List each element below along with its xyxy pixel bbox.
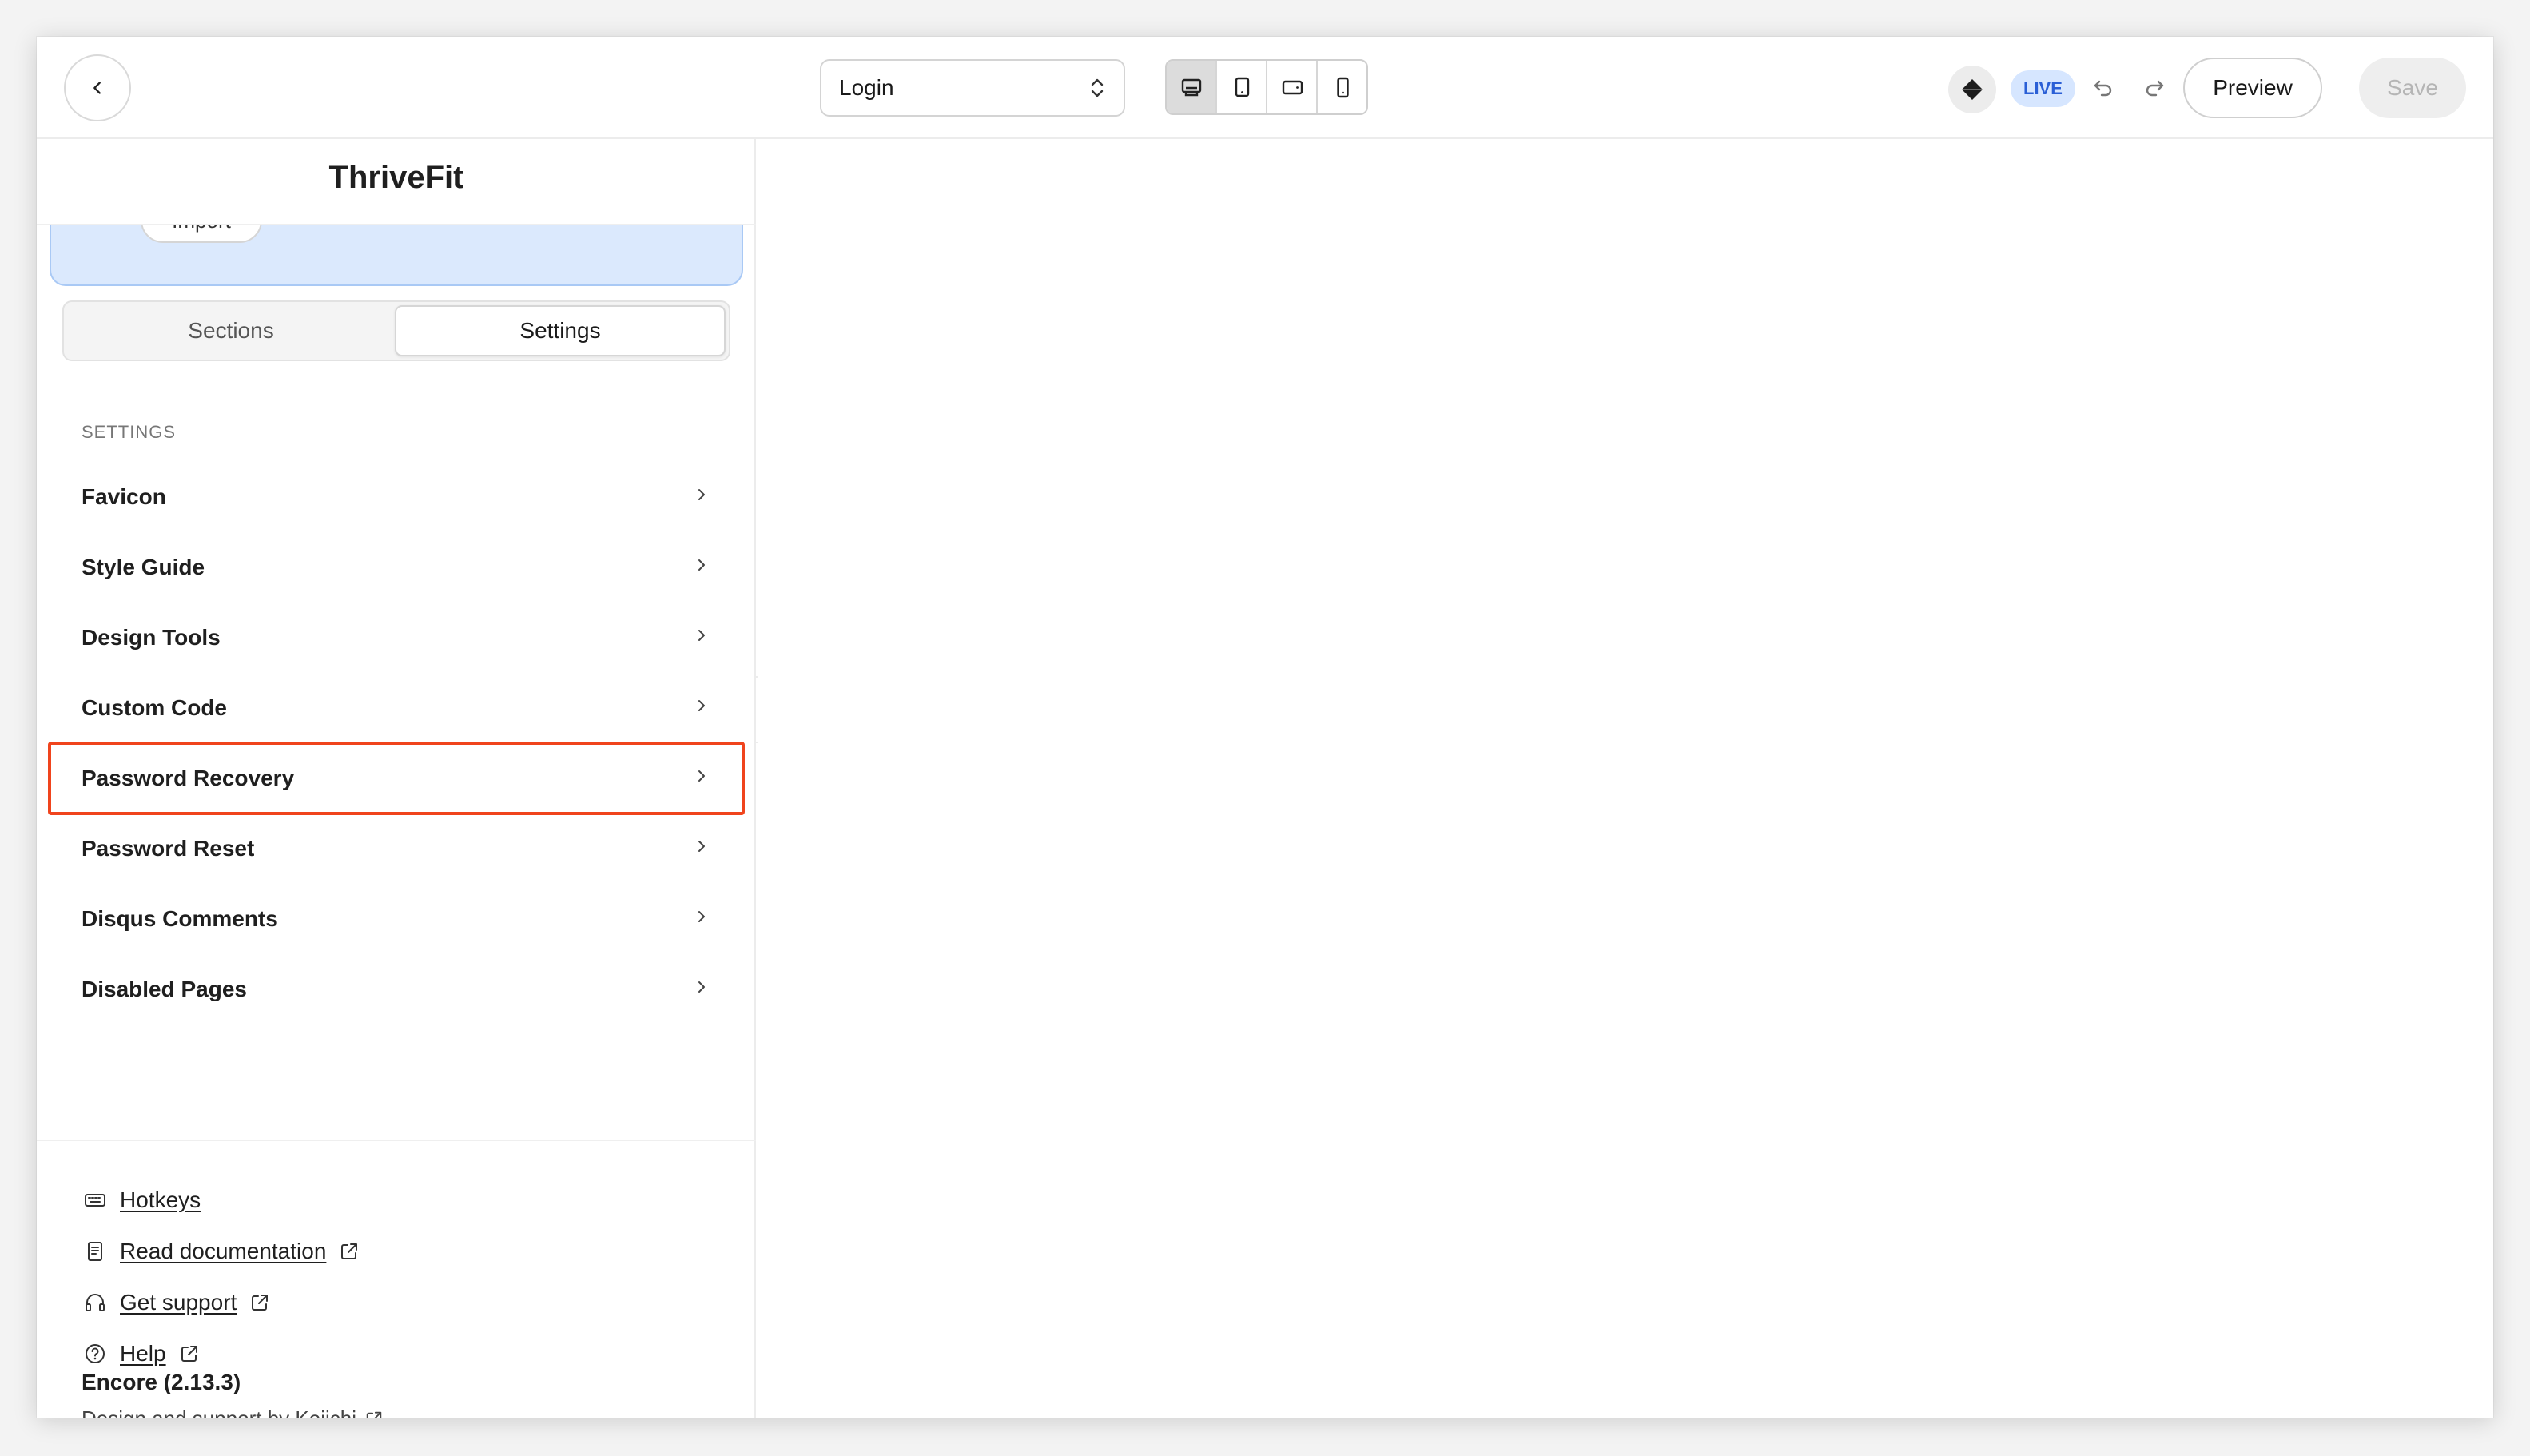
- headset-icon: [82, 1289, 109, 1316]
- chevron-right-icon: [692, 837, 711, 856]
- settings-list: Favicon Style Guide Design Tools Custom …: [48, 462, 745, 1024]
- device-mode-switcher: [1165, 59, 1368, 115]
- tab-settings[interactable]: Settings: [395, 305, 726, 356]
- footer-links: Hotkeys Read documentation Get support H…: [82, 1175, 361, 1379]
- import-banner: Import: [50, 225, 743, 286]
- tablet-portrait-icon: [1235, 77, 1249, 97]
- settings-item-label: Custom Code: [82, 695, 227, 720]
- settings-item-label: Favicon: [82, 484, 166, 509]
- read-documentation-link-label: Read documentation: [120, 1239, 327, 1263]
- settings-item-label: Disabled Pages: [82, 977, 247, 1001]
- settings-item-favicon[interactable]: Favicon: [50, 462, 743, 532]
- chevron-right-icon: [692, 626, 711, 645]
- settings-item-custom-code[interactable]: Custom Code: [50, 673, 743, 743]
- settings-item-password-reset[interactable]: Password Reset: [50, 814, 743, 884]
- import-button[interactable]: Import: [141, 225, 262, 243]
- chevron-right-icon: [692, 766, 711, 786]
- credits-link[interactable]: Design and support by Keiichi: [82, 1406, 385, 1418]
- chevron-left-icon: [93, 82, 101, 94]
- undo-icon: [2094, 80, 2112, 97]
- chevron-right-icon: [692, 555, 711, 575]
- page-canvas[interactable]: [758, 139, 2493, 1418]
- redo-icon: [2146, 80, 2164, 97]
- sidebar: ThriveFit Import Sections Settings SETTI…: [37, 139, 756, 1418]
- external-link-icon: [177, 1342, 201, 1366]
- desktop-icon: [1181, 78, 1201, 97]
- sidebar-tabs: Sections Settings: [62, 300, 730, 361]
- keyboard-icon: [82, 1187, 109, 1214]
- live-status-badge: LIVE: [2011, 70, 2075, 107]
- chevron-right-icon: [692, 696, 711, 715]
- version-label: Encore (2.13.3): [82, 1370, 241, 1394]
- tablet-landscape-icon: [1282, 80, 1303, 95]
- page-selector-value: Login: [839, 75, 894, 100]
- preview-button[interactable]: Preview: [2183, 58, 2322, 118]
- mobile-view-button[interactable]: [1318, 61, 1366, 113]
- save-button[interactable]: Save: [2359, 58, 2466, 118]
- page-selector[interactable]: Login: [820, 59, 1125, 117]
- tablet-portrait-view-button[interactable]: [1217, 61, 1267, 113]
- hotkeys-link-label: Hotkeys: [120, 1187, 201, 1212]
- mobile-icon: [1336, 77, 1349, 98]
- divider: [37, 1140, 756, 1141]
- settings-item-label: Password Reset: [82, 836, 255, 861]
- chevron-right-icon: [692, 977, 711, 997]
- document-icon: [82, 1238, 109, 1265]
- desktop-view-button[interactable]: [1167, 61, 1217, 113]
- back-button[interactable]: [64, 54, 131, 121]
- question-circle-icon: [82, 1340, 109, 1367]
- external-link-icon: [248, 1291, 272, 1315]
- top-toolbar: Login LIVE Preview Save: [37, 37, 2493, 139]
- external-link-icon: [337, 1239, 361, 1263]
- credits-label: Design and support by Keiichi: [82, 1406, 356, 1418]
- tablet-landscape-view-button[interactable]: [1267, 61, 1318, 113]
- site-title: ThriveFit: [328, 160, 464, 195]
- chevron-right-icon: [692, 485, 711, 504]
- settings-item-design-tools[interactable]: Design Tools: [50, 603, 743, 673]
- settings-section-label: SETTINGS: [82, 422, 177, 442]
- external-link-icon: [363, 1408, 385, 1418]
- settings-item-disqus-comments[interactable]: Disqus Comments: [50, 884, 743, 954]
- hotkeys-link[interactable]: Hotkeys: [82, 1175, 361, 1226]
- settings-item-disabled-pages[interactable]: Disabled Pages: [50, 954, 743, 1024]
- settings-item-label: Design Tools: [82, 625, 221, 650]
- undo-button[interactable]: [2087, 72, 2119, 104]
- tab-sections[interactable]: Sections: [67, 305, 395, 356]
- diamond-icon: [1962, 79, 1983, 100]
- redo-button[interactable]: [2138, 72, 2170, 104]
- settings-item-label: Password Recovery: [82, 766, 295, 790]
- settings-item-password-recovery[interactable]: Password Recovery: [48, 742, 745, 815]
- chevron-up-down-icon: [1091, 78, 1104, 97]
- settings-item-style-guide[interactable]: Style Guide: [50, 532, 743, 603]
- app-window: Login LIVE Preview Save ThriveFit Sectio…: [37, 37, 2493, 1418]
- diamond-menu-button[interactable]: [1948, 66, 1996, 113]
- settings-item-label: Disqus Comments: [82, 906, 278, 931]
- help-link-label: Help: [120, 1341, 166, 1366]
- settings-item-label: Style Guide: [82, 555, 205, 579]
- get-support-link-label: Get support: [120, 1290, 237, 1315]
- read-documentation-link[interactable]: Read documentation: [82, 1226, 361, 1277]
- get-support-link[interactable]: Get support: [82, 1277, 361, 1328]
- chevron-right-icon: [692, 907, 711, 926]
